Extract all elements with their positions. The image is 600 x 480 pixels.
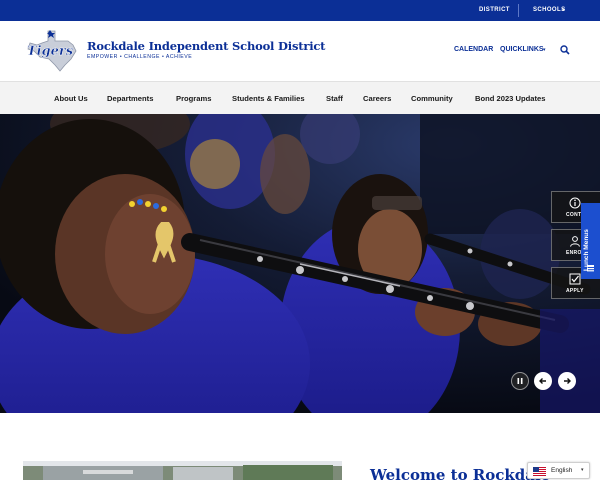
utility-bar: DISTRICT SCHOOLS ▾ — [0, 0, 600, 21]
lunch-menus-tab[interactable]: Lunch Menus — [581, 203, 600, 279]
utility-divider — [518, 4, 519, 17]
nav-item-about-us[interactable]: About Us — [54, 82, 88, 115]
aerial-photo — [23, 461, 342, 480]
nav-item-staff[interactable]: Staff — [326, 82, 343, 115]
language-label: English — [551, 467, 573, 474]
main-nav: About Us Departments Programs Students &… — [0, 81, 600, 114]
nav-item-departments[interactable]: Departments — [107, 82, 153, 115]
school-name[interactable]: Rockdale Independent School District — [87, 39, 325, 53]
arrow-right-icon — [564, 378, 571, 384]
checkbox-icon — [569, 273, 581, 285]
us-flag-icon — [533, 467, 546, 476]
quicklinks-dropdown[interactable]: QUICKLINKS — [500, 46, 544, 53]
welcome-image — [23, 461, 342, 480]
chevron-down-icon: ▾ — [581, 467, 584, 473]
nav-item-bond-2023[interactable]: Bond 2023 Updates — [475, 82, 545, 115]
pause-button[interactable] — [511, 372, 529, 390]
lunch-menus-label: Lunch Menus — [583, 229, 590, 271]
language-selector[interactable]: English ▾ — [527, 462, 590, 479]
hero-slideshow: CONTACT ENROLL APPLY Lunch Menus — [0, 114, 600, 413]
welcome-heading: Welcome to Rockdale — [370, 466, 551, 480]
next-slide-button[interactable] — [558, 372, 576, 390]
info-icon — [569, 197, 581, 209]
nav-item-careers[interactable]: Careers — [363, 82, 391, 115]
chevron-down-icon[interactable]: ▾ — [562, 0, 565, 21]
chevron-down-icon[interactable]: ▾ — [543, 47, 546, 53]
hero-photo — [0, 114, 600, 413]
search-icon[interactable] — [560, 45, 570, 55]
nav-item-students-families[interactable]: Students & Families — [232, 82, 305, 115]
arrow-left-icon — [539, 378, 546, 384]
person-icon — [570, 236, 580, 247]
pause-icon — [517, 378, 523, 384]
tagline: EMPOWER • CHALLENGE • ACHIEVE — [87, 54, 193, 60]
prev-slide-button[interactable] — [534, 372, 552, 390]
site-header: Tigers Rockdale Independent School Distr… — [0, 21, 600, 81]
calendar-link[interactable]: CALENDAR — [454, 46, 493, 53]
apply-label: APPLY — [566, 288, 584, 294]
district-link[interactable]: DISTRICT — [479, 0, 510, 21]
tigers-logo-icon[interactable]: Tigers — [24, 29, 78, 73]
nav-item-community[interactable]: Community — [411, 82, 453, 115]
logo-text: Tigers — [27, 44, 74, 59]
nav-item-programs[interactable]: Programs — [176, 82, 211, 115]
schools-dropdown[interactable]: SCHOOLS — [533, 0, 565, 21]
